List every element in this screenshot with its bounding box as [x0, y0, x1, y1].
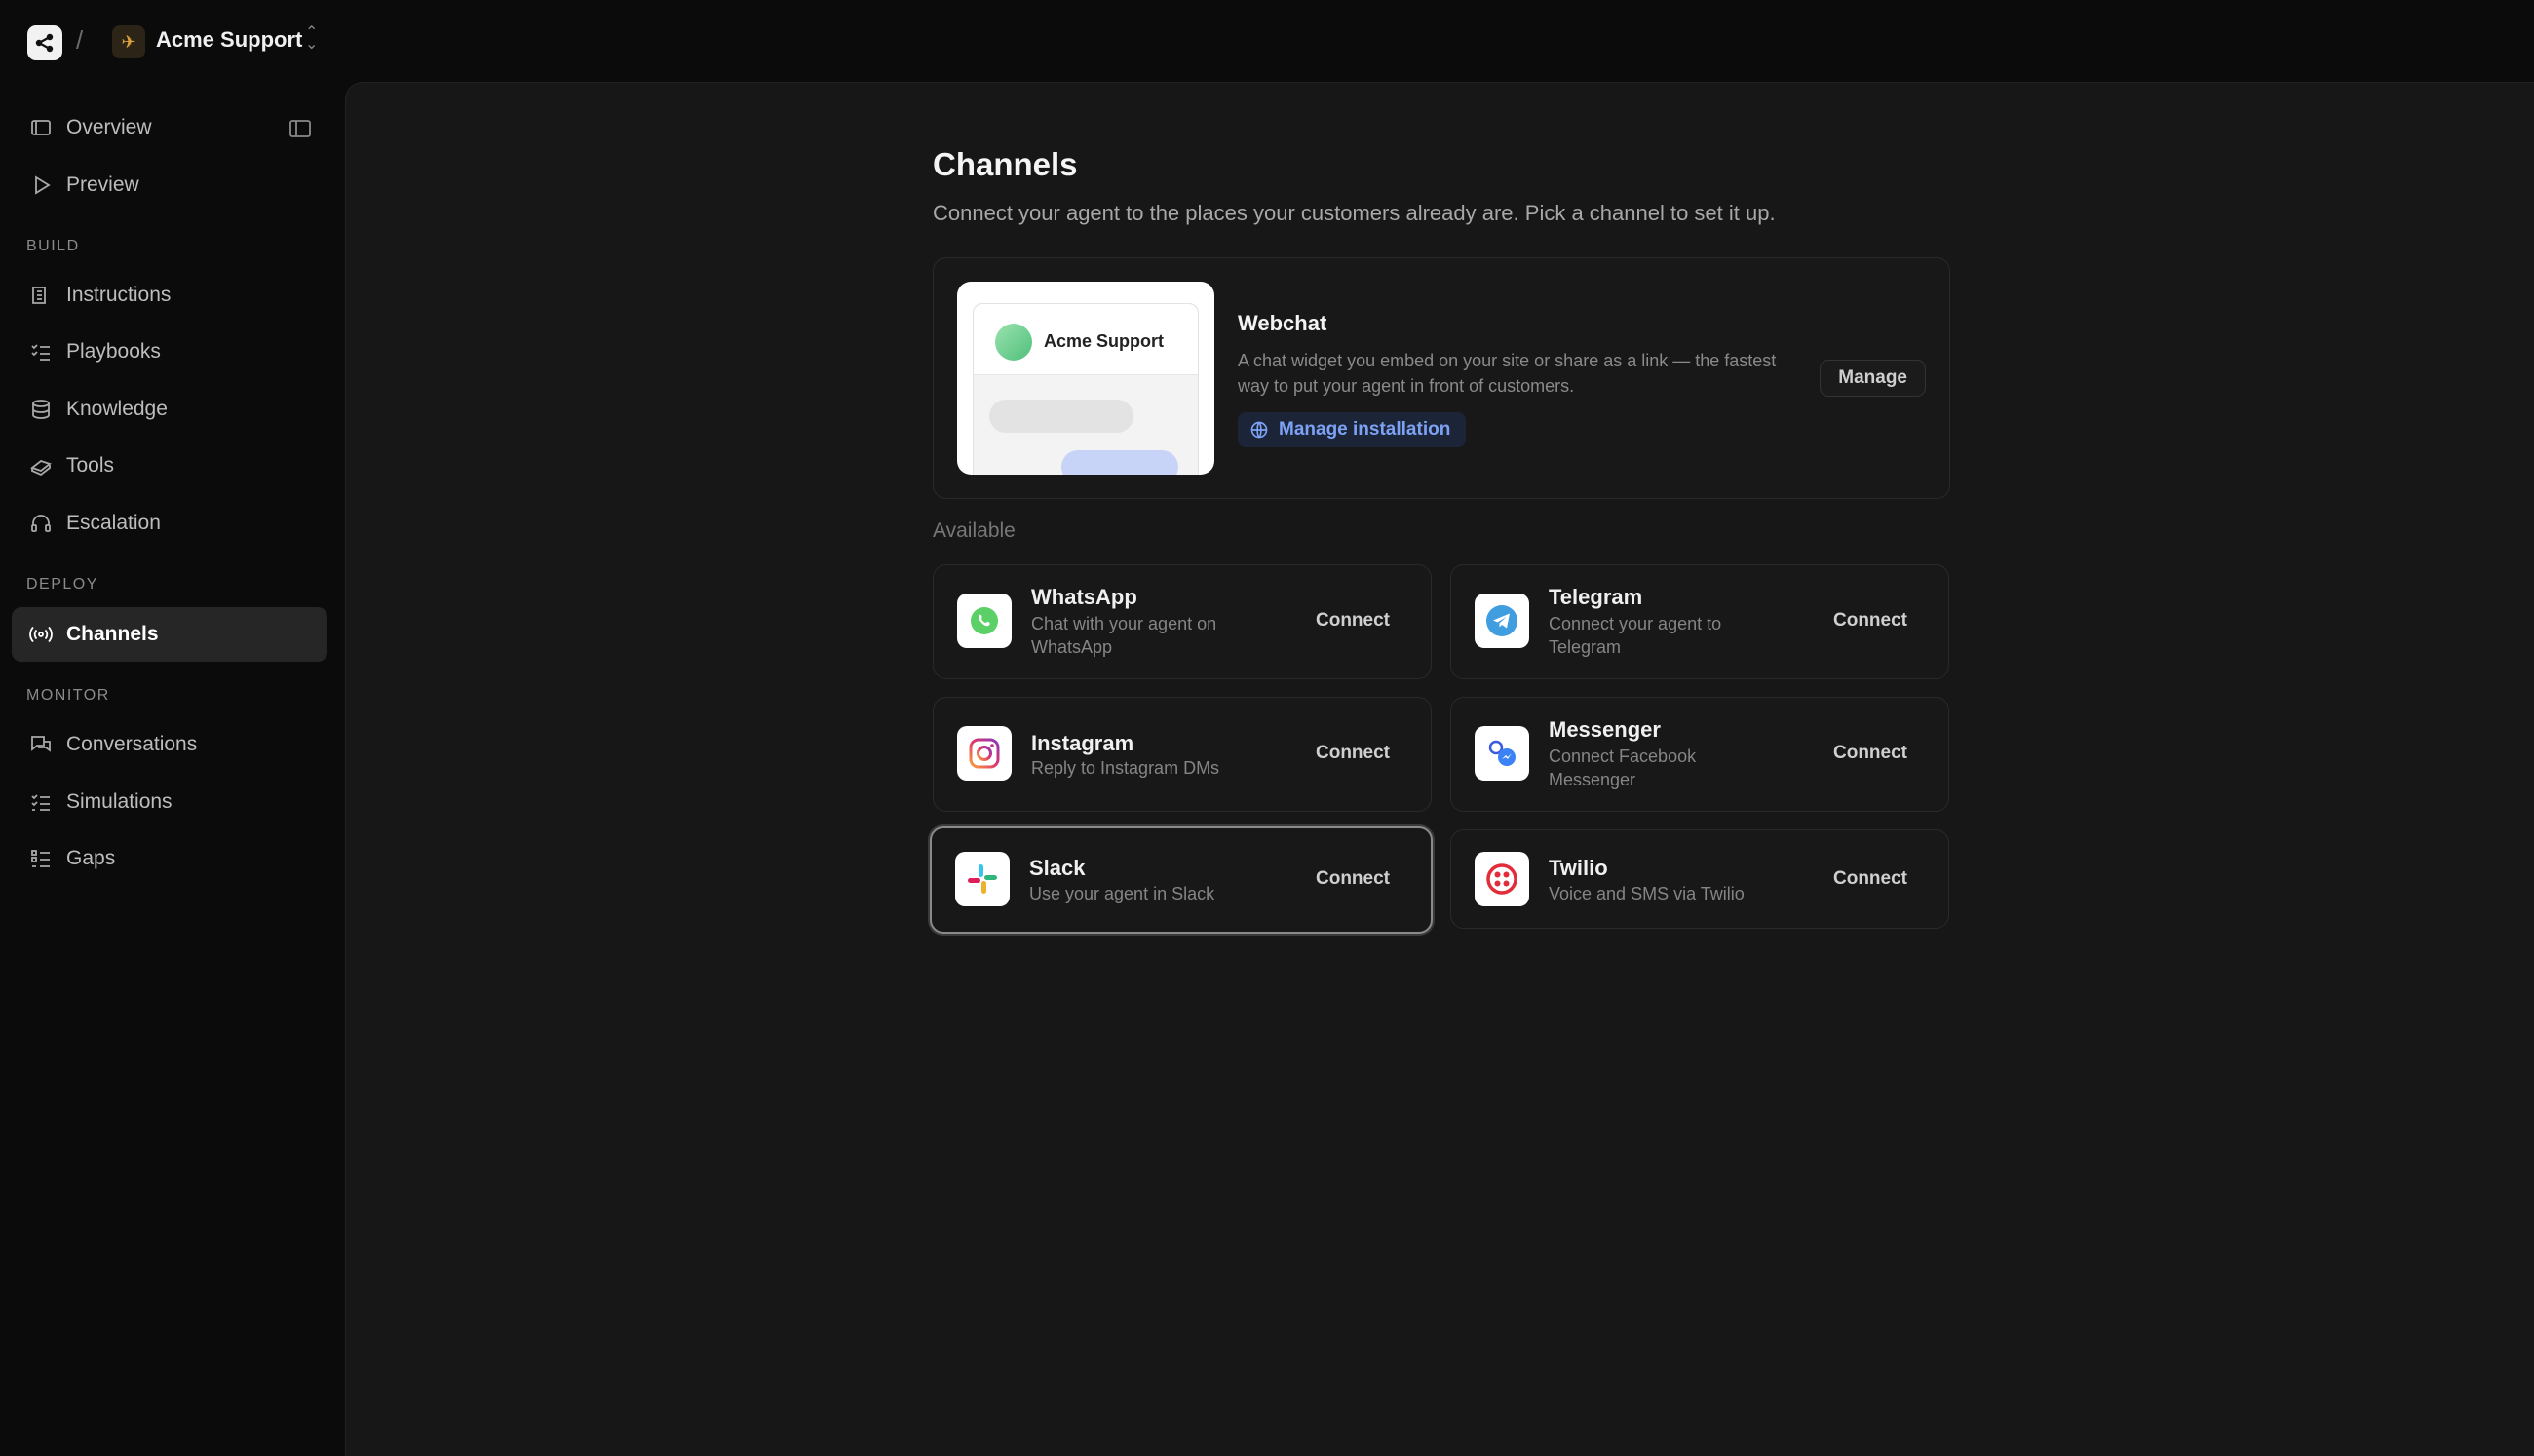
webchat-title: Webchat: [1238, 311, 1327, 335]
sidebar-item-label: Simulations: [66, 790, 173, 813]
sidebar-item-label: Tools: [66, 454, 115, 477]
channel-card-telegram: Telegram Connect your agent to Telegram …: [1450, 564, 1949, 679]
tools-icon: [27, 452, 55, 479]
sidebar-item-label: Preview: [66, 173, 139, 196]
sidebar-item-label: Instructions: [66, 284, 172, 306]
webchat-preview-image: Acme Support: [957, 282, 1214, 475]
list-check-icon: [27, 788, 55, 816]
webchat-card: Acme Support Webchat A chat widget you e…: [933, 257, 1950, 499]
channel-description: Connect your agent to Telegram: [1549, 614, 1722, 657]
channel-name: Messenger: [1549, 717, 1661, 742]
headset-icon: [27, 510, 55, 537]
webchat-description: A chat widget you embed on your site or …: [1238, 351, 1777, 396]
database-icon: [27, 396, 55, 423]
telegram-icon: [1475, 594, 1529, 648]
instructions-icon: [27, 282, 55, 309]
workspace-name[interactable]: Acme Support: [156, 27, 302, 53]
connect-button[interactable]: Connect: [1816, 862, 1925, 897]
twilio-icon: [1475, 852, 1529, 906]
channel-card-instagram: Instagram Reply to Instagram DMs Connect: [933, 697, 1432, 812]
instagram-icon: [957, 726, 1012, 781]
sidebar-item-channels[interactable]: Channels: [12, 607, 327, 662]
breadcrumb-separator: /: [76, 25, 84, 55]
sidebar-item-label: Escalation: [66, 512, 161, 534]
sidebar: Overview Preview BUILD Instructions Play…: [0, 82, 343, 1455]
sidebar-item-label: Playbooks: [66, 340, 161, 363]
sidebar-item-conversations[interactable]: Conversations: [12, 717, 327, 772]
chat-icon: [27, 731, 55, 758]
connect-button[interactable]: Connect: [1816, 603, 1925, 638]
channel-description: Chat with your agent on WhatsApp: [1031, 614, 1217, 657]
playbooks-icon: [27, 338, 55, 365]
channel-card-twilio: Twilio Voice and SMS via Twilio Connect: [1450, 829, 1949, 929]
connect-button[interactable]: Connect: [1816, 736, 1925, 771]
channel-name: Slack: [1029, 856, 1086, 880]
sidebar-item-simulations[interactable]: Simulations: [12, 775, 327, 829]
sidebar-item-label: Gaps: [66, 847, 116, 869]
sidebar-item-instructions[interactable]: Instructions: [12, 268, 327, 323]
collapse-sidebar-icon[interactable]: [288, 119, 312, 138]
manage-button[interactable]: Manage: [1820, 360, 1926, 397]
channel-description: Use your agent in Slack: [1029, 884, 1215, 903]
connect-button[interactable]: Connect: [1298, 603, 1407, 638]
page-subtitle: Connect your agent to the places your cu…: [933, 201, 1776, 225]
avatar: [995, 324, 1032, 361]
app-logo-icon[interactable]: [27, 25, 62, 60]
workspace-icon[interactable]: ✈: [112, 25, 145, 58]
sidebar-item-playbooks[interactable]: Playbooks: [12, 325, 327, 379]
sidebar-item-knowledge[interactable]: Knowledge: [12, 382, 327, 437]
preview-message-bubble: [989, 400, 1133, 433]
whatsapp-icon: [957, 594, 1012, 648]
globe-icon: [1250, 421, 1268, 439]
channel-name: Twilio: [1549, 856, 1608, 880]
sidebar-item-gaps[interactable]: Gaps: [12, 831, 327, 886]
channel-name: Instagram: [1031, 731, 1134, 755]
play-icon: [27, 172, 55, 199]
sidebar-item-label: Channels: [66, 623, 159, 645]
sidebar-item-escalation[interactable]: Escalation: [12, 496, 327, 551]
overview-icon: [27, 114, 55, 141]
messenger-icon: [1475, 726, 1529, 781]
section-label-build: BUILD: [26, 238, 80, 254]
connect-button[interactable]: Connect: [1298, 736, 1407, 771]
top-bar: / ✈ Acme Support ⌃ ⌄: [0, 0, 2534, 82]
chevron-updown-icon[interactable]: ⌃ ⌄: [305, 25, 318, 53]
sidebar-item-preview[interactable]: Preview: [12, 158, 327, 212]
broadcast-icon: [27, 621, 55, 648]
slack-icon: [955, 852, 1010, 906]
manage-installation-link[interactable]: Manage installation: [1238, 412, 1467, 447]
channel-card-whatsapp: WhatsApp Chat with your agent on WhatsAp…: [933, 564, 1432, 679]
channel-description: Voice and SMS via Twilio: [1549, 884, 1745, 903]
sidebar-item-label: Overview: [66, 116, 152, 138]
section-label-monitor: MONITOR: [26, 687, 110, 704]
preview-agent-name: Acme Support: [1044, 331, 1165, 351]
list-icon: [27, 845, 55, 872]
channel-name: WhatsApp: [1031, 585, 1137, 609]
sidebar-item-tools[interactable]: Tools: [12, 439, 327, 493]
sidebar-item-overview[interactable]: Overview: [12, 100, 327, 155]
channel-card-messenger: Messenger Connect Facebook Messenger Con…: [1450, 697, 1949, 812]
available-section-label: Available: [933, 519, 1016, 542]
connect-button[interactable]: Connect: [1298, 862, 1407, 897]
preview-reply-bubble: [1061, 450, 1178, 475]
page-title: Channels: [933, 146, 1078, 182]
manage-installation-label: Manage installation: [1279, 419, 1451, 440]
channel-card-slack: Slack Use your agent in Slack Connect: [930, 826, 1433, 934]
sidebar-item-label: Conversations: [66, 733, 198, 755]
channel-description: Connect Facebook Messenger: [1549, 747, 1697, 789]
channel-name: Telegram: [1549, 585, 1643, 609]
channel-description: Reply to Instagram DMs: [1031, 758, 1220, 778]
sidebar-item-label: Knowledge: [66, 398, 168, 420]
section-label-deploy: DEPLOY: [26, 576, 98, 593]
